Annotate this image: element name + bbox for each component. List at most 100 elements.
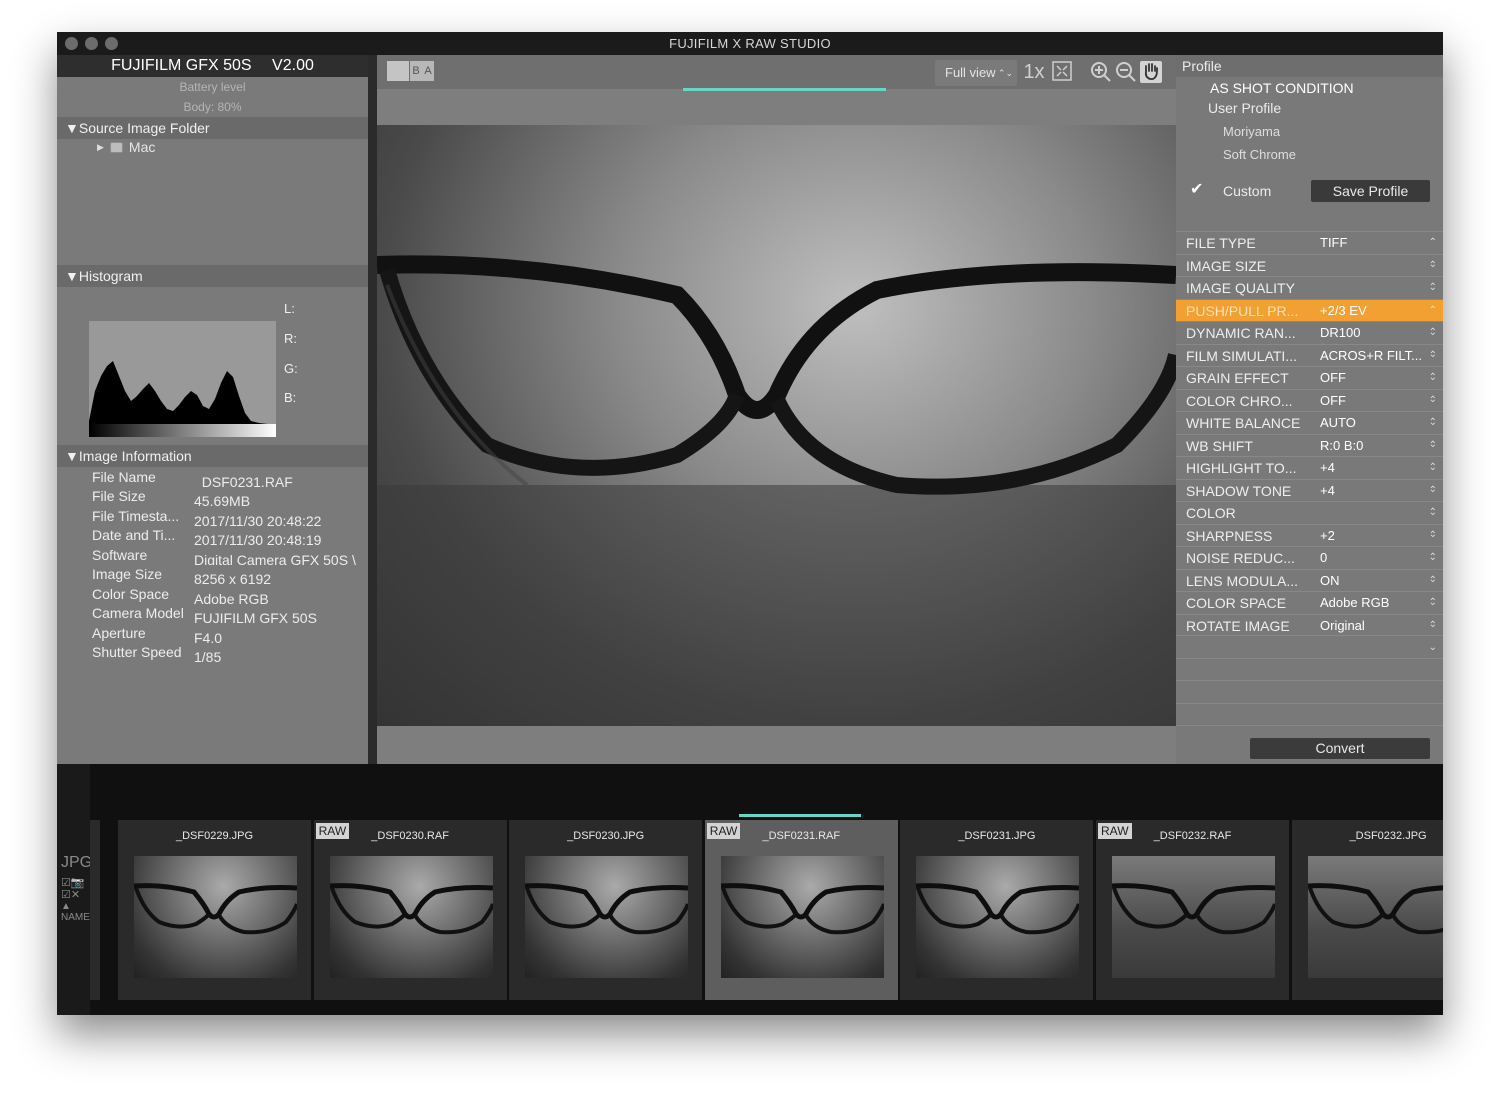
thumbnail-filename: _DSF0231.JPG bbox=[958, 830, 1036, 842]
info-row: File Name _DSF0231.RAF bbox=[92, 468, 366, 487]
single-view-button[interactable] bbox=[387, 61, 409, 81]
thumbnail[interactable]: _DSF0231.JPG bbox=[900, 820, 1094, 1000]
sort-name-label[interactable]: NAME bbox=[61, 912, 90, 923]
thumbnail[interactable]: _DSF0232.JPG bbox=[1291, 820, 1443, 1000]
setting-row[interactable]: DYNAMIC RAN... DR100 ⌃ ⌄ bbox=[1176, 321, 1443, 360]
thumbnail-image bbox=[720, 856, 884, 978]
histogram-header[interactable]: ▼Histogram bbox=[57, 265, 368, 287]
info-value: F4.0 bbox=[194, 630, 223, 643]
thumb-partial bbox=[90, 820, 100, 1000]
histogram-gradient bbox=[89, 424, 276, 437]
source-folder-header[interactable]: ▼Source Image Folder bbox=[57, 117, 368, 139]
setting-value: OFF bbox=[1320, 392, 1346, 408]
thumbnail[interactable]: RAW _DSF0231.RAF bbox=[704, 820, 898, 1000]
setting-row[interactable]: FILE TYPE TIFF ⌃ ⌄ bbox=[1176, 231, 1443, 270]
thumbnail[interactable]: RAW _DSF0230.RAF bbox=[313, 820, 507, 1000]
setting-row[interactable]: FILM SIMULATI... ACROS+R FILT... ⌃ ⌄ bbox=[1176, 343, 1443, 383]
setting-value: ON bbox=[1320, 572, 1340, 588]
histogram-label-r: R: bbox=[284, 331, 297, 346]
setting-row[interactable]: SHARPNESS +2 ⌃ ⌄ bbox=[1176, 523, 1443, 563]
setting-label: SHADOW TONE bbox=[1186, 482, 1292, 499]
setting-value: Adobe RGB bbox=[1320, 595, 1390, 610]
setting-value: +4 bbox=[1320, 482, 1335, 498]
setting-row[interactable]: ROTATE IMAGE Original ⌃ ⌄ bbox=[1176, 613, 1443, 653]
disclosure-triangle-icon[interactable]: ▶ bbox=[97, 142, 104, 153]
empty-settings-row bbox=[1176, 680, 1443, 702]
setting-label: FILE TYPE bbox=[1186, 235, 1256, 251]
setting-value: DR100 bbox=[1320, 325, 1361, 340]
info-row: Camera Model FUJIFILM GFX 50S bbox=[92, 604, 366, 623]
load-progress-fill bbox=[683, 88, 886, 91]
jpg-filter-label[interactable]: JPG bbox=[61, 854, 92, 872]
setting-row[interactable]: NOISE REDUC... 0 ⌃ ⌄ bbox=[1176, 546, 1443, 585]
setting-row[interactable]: GRAIN EFFECT OFF ⌃ ⌄ bbox=[1176, 366, 1443, 405]
info-value: Digital Camera GFX 50S \ bbox=[194, 552, 356, 565]
save-profile-button[interactable]: Save Profile bbox=[1311, 180, 1430, 202]
thumbnail[interactable]: RAW _DSF0232.RAF bbox=[1096, 820, 1289, 1000]
image-info-header[interactable]: ▼Image Information bbox=[57, 445, 368, 467]
zoom-in-icon[interactable] bbox=[1090, 61, 1112, 83]
viewer-toolbar: B A Full view ⌃⌄ 1x bbox=[377, 55, 1176, 89]
close-window-button[interactable] bbox=[65, 37, 78, 50]
setting-row[interactable]: WB SHIFT R:0 B:0 ⌃ ⌄ bbox=[1176, 433, 1443, 473]
minimize-window-button[interactable] bbox=[85, 37, 98, 50]
setting-label: HIGHLIGHT TO... bbox=[1186, 460, 1297, 476]
setting-row[interactable]: LENS MODULA... ON ⌃ ⌄ bbox=[1176, 568, 1443, 608]
image-viewer: B A Full view ⌃⌄ 1x bbox=[377, 55, 1176, 764]
profile-item-moriyama[interactable]: Moriyama bbox=[1223, 124, 1280, 139]
setting-value: +2/3 EV bbox=[1320, 302, 1367, 318]
histogram-label-g: G: bbox=[284, 361, 298, 376]
thumbnail-filename: _DSF0231.RAF bbox=[762, 830, 841, 842]
setting-row[interactable]: IMAGE SIZE ⌃ ⌄ bbox=[1176, 253, 1443, 293]
profile-as-shot[interactable]: AS SHOT CONDITION bbox=[1210, 80, 1354, 96]
setting-value: R:0 B:0 bbox=[1320, 437, 1364, 453]
main-preview-image[interactable] bbox=[377, 125, 1176, 726]
histogram-label-l: L: bbox=[284, 301, 295, 316]
compare-a-button[interactable]: A bbox=[422, 61, 434, 81]
source-tree-item-mac[interactable]: ▶ Mac bbox=[97, 139, 155, 155]
info-value: FUJIFILM GFX 50S bbox=[194, 610, 317, 623]
source-item-label: Mac bbox=[128, 139, 156, 155]
thumbnail[interactable]: _DSF0230.JPG bbox=[509, 820, 703, 1000]
mixed-filter-icon[interactable]: ☑✕ bbox=[61, 888, 80, 901]
thumbnail-image bbox=[329, 856, 493, 978]
convert-button[interactable]: Convert bbox=[1250, 738, 1430, 759]
thumbnail-filename: _DSF0230.JPG bbox=[567, 830, 645, 842]
info-key: File Timesta... bbox=[92, 508, 180, 524]
histogram-chart bbox=[89, 321, 276, 437]
info-key: File Size bbox=[92, 488, 146, 504]
view-mode-select[interactable]: Full view ⌃⌄ bbox=[935, 60, 1017, 86]
setting-label: IMAGE QUALITY bbox=[1186, 280, 1295, 296]
info-row: Shutter Speed 1/85 bbox=[92, 643, 366, 662]
setting-row[interactable]: HIGHLIGHT TO... +4 ⌃ ⌄ bbox=[1176, 456, 1443, 495]
empty-settings-row bbox=[1176, 658, 1443, 680]
window-title: FUJIFILM X RAW STUDIO bbox=[669, 36, 831, 51]
setting-label: IMAGE SIZE bbox=[1186, 257, 1267, 274]
setting-row[interactable]: IMAGE QUALITY⌃⌄ bbox=[1176, 276, 1443, 315]
info-key: Color Space bbox=[92, 586, 170, 602]
zoom-out-icon[interactable] bbox=[1115, 61, 1137, 83]
setting-value: 0 bbox=[1320, 550, 1328, 565]
setting-row[interactable]: COLOR CHRO... OFF ⌃ ⌄ bbox=[1176, 388, 1443, 428]
info-row: File Timesta... 2017/11/30 20:48:22 bbox=[92, 507, 366, 526]
setting-row[interactable]: PUSH/PULL PR... +2/3 EV ⌃ ⌄ bbox=[1176, 298, 1443, 338]
profile-item-soft-chrome[interactable]: Soft Chrome bbox=[1223, 147, 1296, 162]
zoom-window-button[interactable] bbox=[105, 37, 118, 50]
profile-item-custom[interactable]: Custom bbox=[1223, 183, 1271, 199]
hand-tool-icon[interactable] bbox=[1140, 61, 1162, 83]
view-mode-label: Full view bbox=[945, 65, 996, 80]
thumbnail[interactable]: _DSF0229.JPG bbox=[118, 820, 311, 1000]
battery-body: Body: 80% bbox=[183, 100, 242, 114]
thumbnail-image bbox=[1112, 856, 1275, 978]
setting-row[interactable]: COLOR ⌃ ⌄ bbox=[1176, 501, 1443, 540]
actual-size-button[interactable]: 1x bbox=[1021, 61, 1047, 83]
setting-row[interactable]: WHITE BALANCE AUTO ⌃ ⌄ bbox=[1176, 411, 1443, 450]
info-key: Aperture bbox=[92, 625, 146, 641]
profile-user-profile[interactable]: User Profile bbox=[1208, 100, 1281, 116]
info-row: Image Size 8256 x 6192 bbox=[92, 565, 366, 584]
setting-row[interactable]: SHADOW TONE +4 ⌃ ⌄ bbox=[1176, 478, 1443, 518]
setting-row[interactable]: COLOR SPACE Adobe RGB ⌃ ⌄ bbox=[1176, 591, 1443, 630]
fit-screen-icon[interactable] bbox=[1051, 61, 1073, 83]
compare-b-button[interactable]: B bbox=[410, 61, 422, 81]
sort-up-icon[interactable]: ▲ bbox=[61, 901, 71, 912]
